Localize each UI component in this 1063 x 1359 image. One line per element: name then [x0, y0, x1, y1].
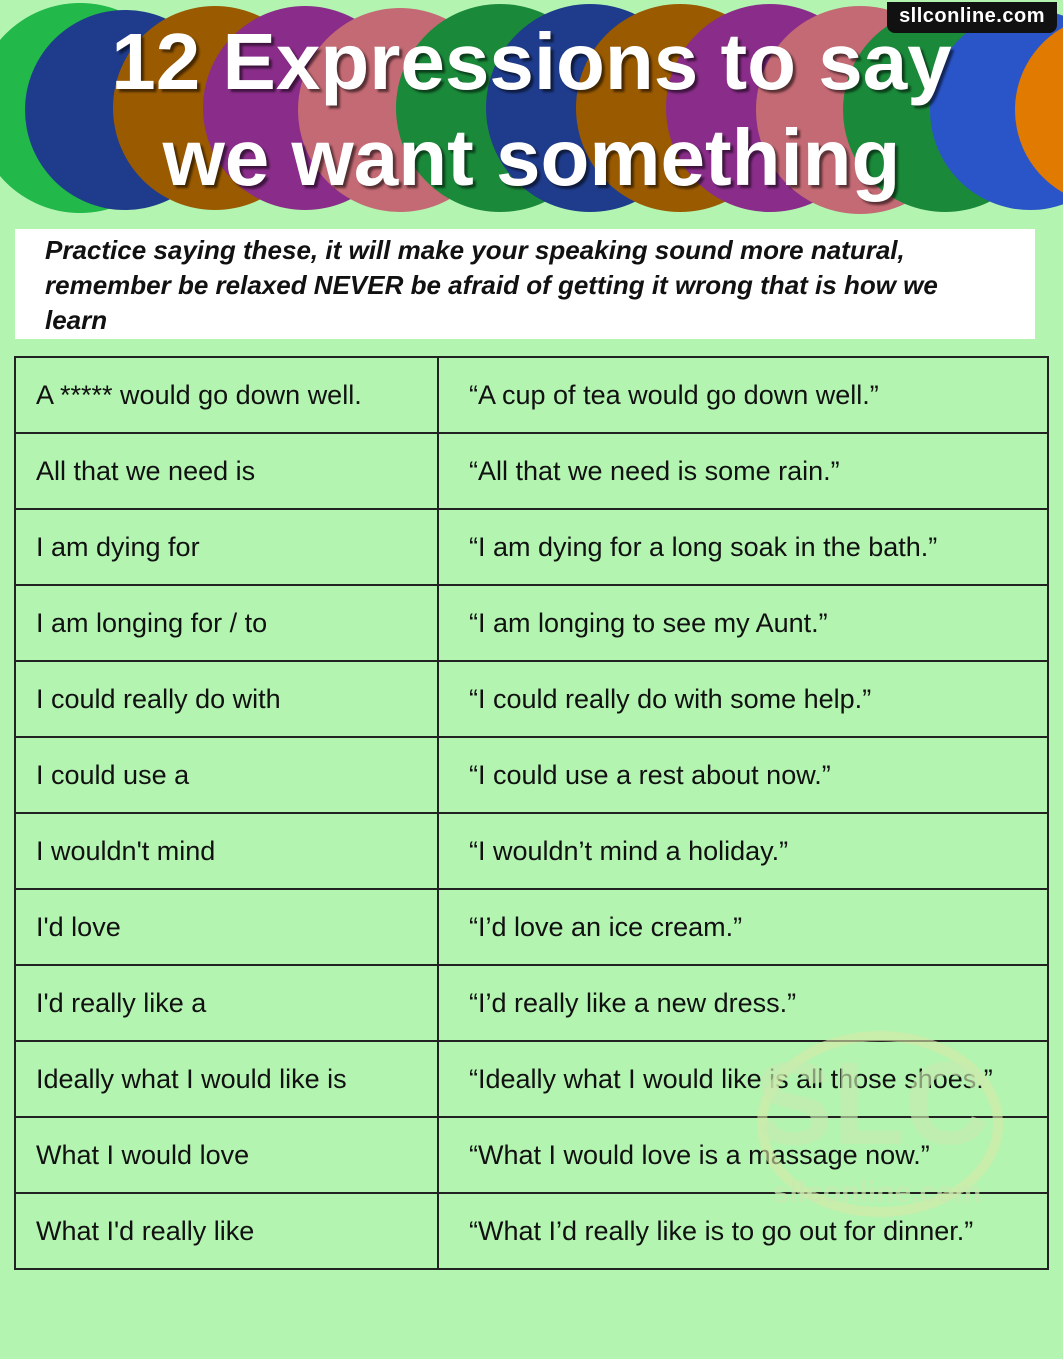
phrase-cell: What I'd really like: [14, 1192, 439, 1270]
example-cell: “I’d love an ice cream.”: [437, 888, 1049, 966]
phrase-cell: I'd love: [14, 888, 439, 966]
example-cell: “I could use a rest about now.”: [437, 736, 1049, 814]
expressions-table: A ***** would go down well. “A cup of tea…: [14, 356, 1049, 1270]
phrase-cell: I'd really like a: [14, 964, 439, 1042]
table-row: I am longing for / to “I am longing to se…: [14, 584, 1049, 662]
phrase-cell: I am longing for / to: [14, 584, 439, 662]
table-row: I wouldn't mind “I wouldn’t mind a holida…: [14, 812, 1049, 890]
table-row: I'd love “I’d love an ice cream.”: [14, 888, 1049, 966]
phrase-cell: I wouldn't mind: [14, 812, 439, 890]
table-row: I am dying for “I am dying for a long soa…: [14, 508, 1049, 586]
table-row: I could really do with “I could really do…: [14, 660, 1049, 738]
header-banner: sllconline.com 12 Expressions to say we …: [0, 0, 1063, 218]
example-cell: “I’d really like a new dress.”: [437, 964, 1049, 1042]
example-cell: “I am dying for a long soak in the bath.…: [437, 508, 1049, 586]
title-line-1: 12 Expressions to say: [111, 17, 952, 106]
table-row: What I'd really like “What I’d really lik…: [14, 1192, 1049, 1270]
example-cell: “I am longing to see my Aunt.”: [437, 584, 1049, 662]
phrase-cell: I could use a: [14, 736, 439, 814]
table-row: What I would love “What I would love is a…: [14, 1116, 1049, 1194]
phrase-cell: What I would love: [14, 1116, 439, 1194]
phrase-cell: I am dying for: [14, 508, 439, 586]
example-cell: “I could really do with some help.”: [437, 660, 1049, 738]
example-cell: “What I would love is a massage now.”: [437, 1116, 1049, 1194]
phrase-cell: A ***** would go down well.: [14, 356, 439, 434]
table-row: I'd really like a “I’d really like a new …: [14, 964, 1049, 1042]
phrase-cell: Ideally what I would like is: [14, 1040, 439, 1118]
example-cell: “Ideally what I would like is all those …: [437, 1040, 1049, 1118]
title-line-2: we want something: [162, 113, 901, 202]
intro-box: Practice saying these, it will make your…: [15, 229, 1035, 339]
table-row: All that we need is “All that we need is …: [14, 432, 1049, 510]
intro-text: Practice saying these, it will make your…: [45, 235, 938, 335]
example-cell: “All that we need is some rain.”: [437, 432, 1049, 510]
page-title: 12 Expressions to say we want something: [0, 14, 1063, 206]
table-row: I could use a “I could use a rest about n…: [14, 736, 1049, 814]
example-cell: “A cup of tea would go down well.”: [437, 356, 1049, 434]
table-row: A ***** would go down well. “A cup of tea…: [14, 356, 1049, 434]
table-row: Ideally what I would like is “Ideally wha…: [14, 1040, 1049, 1118]
phrase-cell: All that we need is: [14, 432, 439, 510]
example-cell: “I wouldn’t mind a holiday.”: [437, 812, 1049, 890]
phrase-cell: I could really do with: [14, 660, 439, 738]
example-cell: “What I’d really like is to go out for d…: [437, 1192, 1049, 1270]
